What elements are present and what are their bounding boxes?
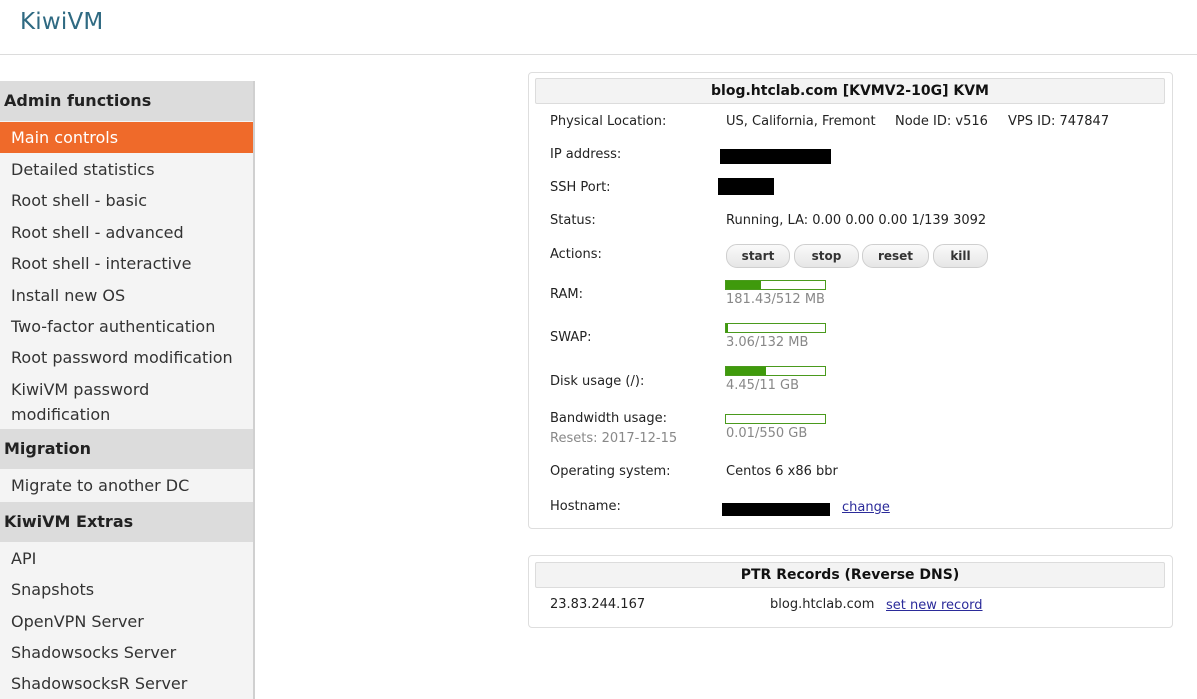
sidebar-item-shadowsocksr[interactable]: ShadowsocksR Server [0, 671, 253, 696]
sidebar-item-shadowsocks[interactable]: Shadowsocks Server [0, 640, 253, 665]
ptr-title: PTR Records (Reverse DNS) [535, 562, 1165, 588]
sidebar-item-kiwivm-password[interactable]: KiwiVM password modification [0, 377, 253, 427]
disk-bar-fill [726, 367, 767, 375]
kill-button[interactable]: kill [933, 244, 988, 268]
set-new-record-link[interactable]: set new record [886, 598, 983, 613]
sidebar-item-label: KiwiVM password [11, 380, 150, 399]
sidebar-item-snapshots[interactable]: Snapshots [0, 577, 253, 602]
node-id: Node ID: v516 [895, 114, 988, 129]
hostname-redacted [722, 503, 830, 516]
sidebar-item-root-password[interactable]: Root password modification [0, 345, 253, 370]
ssh-label: SSH Port: [550, 180, 611, 195]
swap-bar [725, 323, 826, 333]
bandwidth-value: 0.01/550 GB [726, 426, 808, 441]
ram-bar-fill [726, 281, 762, 289]
admin-functions-header: Admin functions [0, 81, 253, 121]
bandwidth-resets: Resets: 2017-12-15 [550, 431, 678, 446]
server-panel [528, 72, 1173, 529]
disk-value: 4.45/11 GB [726, 378, 799, 393]
ip-redacted [720, 149, 831, 164]
vps-id: VPS ID: 747847 [1008, 114, 1110, 129]
os-label: Operating system: [550, 464, 671, 479]
ip-label: IP address: [550, 147, 622, 162]
ram-bar [725, 280, 826, 290]
location-value: US, California, Fremont [726, 114, 876, 129]
disk-label: Disk usage (/): [550, 374, 645, 389]
sidebar-item-detailed-statistics[interactable]: Detailed statistics [0, 157, 253, 182]
sidebar-item-label: modification [11, 405, 111, 424]
ptr-host: blog.htclab.com [770, 597, 875, 612]
sidebar-item-two-factor-auth[interactable]: Two-factor authentication [0, 314, 253, 339]
sidebar-item-openvpn[interactable]: OpenVPN Server [0, 609, 253, 634]
migration-header: Migration [0, 429, 253, 469]
ptr-ip: 23.83.244.167 [550, 597, 646, 612]
swap-label: SWAP: [550, 330, 592, 345]
ssh-redacted [718, 178, 774, 195]
sidebar-item-root-shell-basic[interactable]: Root shell - basic [0, 188, 253, 213]
hostname-label: Hostname: [550, 499, 621, 514]
sidebar-item-migrate-dc[interactable]: Migrate to another DC [0, 473, 253, 498]
swap-value: 3.06/132 MB [726, 335, 809, 350]
header: KiwiVM [0, 0, 1197, 55]
sidebar: Admin functions Main controls Detailed s… [0, 81, 255, 699]
sidebar-item-root-shell-advanced[interactable]: Root shell - advanced [0, 220, 253, 245]
kiwivm-logo[interactable]: KiwiVM [20, 9, 103, 35]
hostname-change-link[interactable]: change [842, 500, 890, 515]
kiwivm-extras-header: KiwiVM Extras [0, 502, 253, 542]
os-value: Centos 6 x86 bbr [726, 464, 838, 479]
server-title: blog.htclab.com [KVMV2-10G] KVM [535, 78, 1165, 104]
stop-button[interactable]: stop [794, 244, 859, 268]
status-value: Running, LA: 0.00 0.00 0.00 1/139 3092 [726, 213, 987, 228]
sidebar-item-api[interactable]: API [0, 546, 253, 571]
disk-bar [725, 366, 826, 376]
location-label: Physical Location: [550, 114, 667, 129]
ram-label: RAM: [550, 287, 583, 302]
ram-value: 181.43/512 MB [726, 292, 825, 307]
actions-label: Actions: [550, 247, 602, 262]
sidebar-item-main-controls[interactable]: Main controls [0, 122, 253, 153]
sidebar-item-install-new-os[interactable]: Install new OS [0, 283, 253, 308]
bandwidth-label: Bandwidth usage: [550, 411, 667, 426]
swap-bar-fill [726, 324, 729, 332]
bandwidth-bar [725, 414, 826, 424]
sidebar-item-root-shell-interactive[interactable]: Root shell - interactive [0, 251, 253, 276]
start-button[interactable]: start [726, 244, 790, 268]
reset-button[interactable]: reset [862, 244, 929, 268]
status-label: Status: [550, 213, 596, 228]
